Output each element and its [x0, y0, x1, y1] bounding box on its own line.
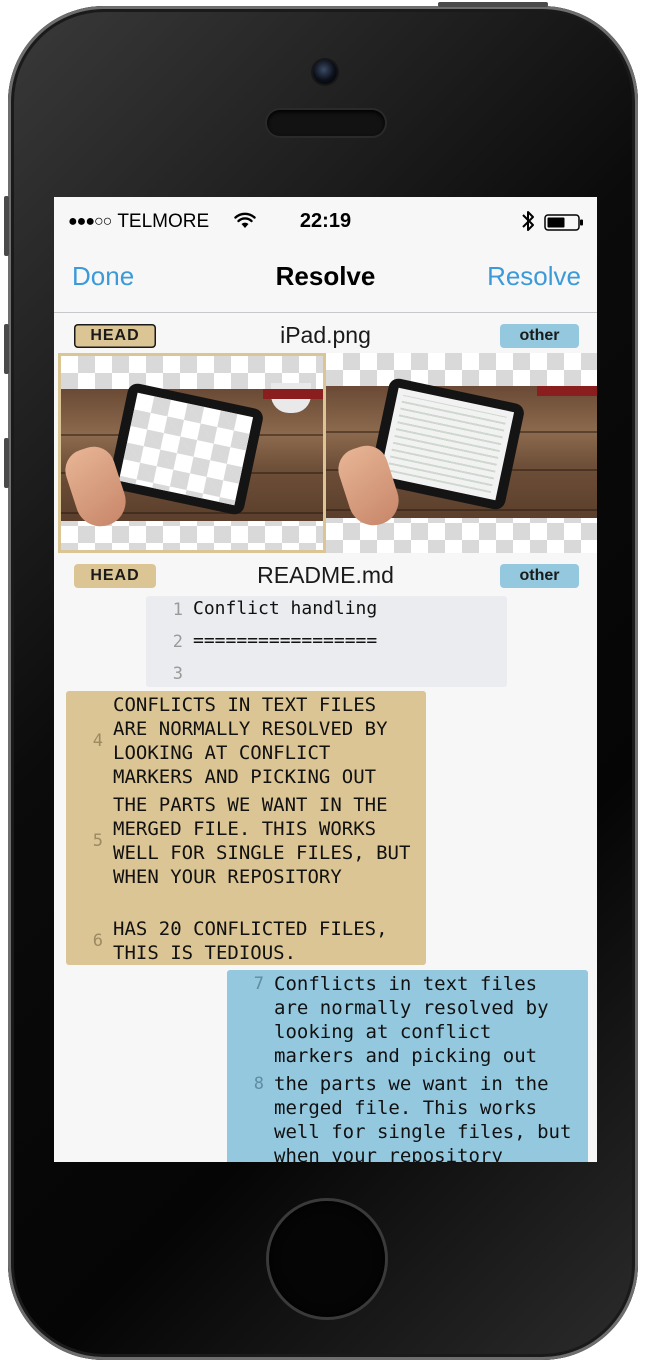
diff-line: 1 Conflict handling	[146, 596, 507, 622]
front-camera	[313, 60, 337, 84]
head-image-preview[interactable]	[58, 353, 326, 553]
line-number: 3	[172, 664, 183, 684]
line-number: 7	[253, 974, 264, 994]
line-text: =================	[193, 630, 378, 651]
volume-down-button	[4, 438, 9, 488]
other-hunk[interactable]: 7 Conflicts in text files are normally r…	[227, 970, 588, 1162]
earpiece-speaker	[267, 110, 385, 136]
head-hunk[interactable]: 4 CONFLICTS IN TEXT FILES ARE NORMALLY R…	[66, 691, 426, 965]
diff-line: 5 THE PARTS WE WANT IN THE MERGED FILE. …	[66, 793, 426, 889]
done-button[interactable]: Done	[72, 261, 134, 292]
screen: ●●●○○ TELMORE 22:19 Done Resolve Resolve…	[54, 197, 597, 1162]
file-header-readme-md: HEAD README.md other	[54, 557, 597, 593]
base-hunk: 1 Conflict handling 2 ================= …	[146, 596, 507, 687]
home-button[interactable]	[269, 1201, 385, 1317]
battery-icon	[544, 214, 583, 231]
head-photo	[61, 381, 323, 533]
line-text: CONFLICTS IN TEXT FILES ARE NORMALLY RES…	[113, 694, 399, 788]
other-badge[interactable]: other	[500, 564, 579, 588]
status-bar: ●●●○○ TELMORE 22:19	[54, 197, 597, 247]
status-time: 22:19	[299, 210, 352, 232]
line-number: 6	[92, 931, 103, 951]
line-text: Conflicts in text files are normally res…	[274, 973, 560, 1067]
diff-line: 6 HAS 20 CONFLICTED FILES, THIS IS TEDIO…	[66, 917, 426, 965]
line-text: HAS 20 CONFLICTED FILES, THIS IS TEDIOUS…	[113, 918, 399, 964]
line-number: 1	[172, 600, 183, 620]
power-button	[438, 2, 548, 7]
line-number: 4	[92, 731, 103, 751]
diff-line: 4 CONFLICTS IN TEXT FILES ARE NORMALLY R…	[66, 693, 426, 789]
text-diff-view[interactable]: 1 Conflict handling 2 ================= …	[54, 592, 597, 1162]
resolve-button[interactable]: Resolve	[487, 261, 581, 292]
mute-switch	[4, 196, 9, 256]
diff-line: 7 Conflicts in text files are normally r…	[227, 972, 588, 1068]
tablet-screen-transparent	[118, 392, 254, 506]
line-text: THE PARTS WE WANT IN THE MERGED FILE. TH…	[113, 794, 422, 888]
file-header-ipad-png: HEAD iPad.png other	[54, 317, 597, 353]
red-stripe	[537, 386, 597, 396]
diff-line: 2 =================	[146, 628, 507, 654]
line-text: Conflict handling	[193, 598, 378, 619]
line-number: 5	[92, 831, 103, 851]
other-photo	[326, 376, 597, 532]
line-text: the parts we want in the merged file. Th…	[274, 1073, 583, 1162]
other-badge[interactable]: other	[500, 324, 579, 348]
line-text	[193, 660, 507, 684]
line-number: 8	[253, 1074, 264, 1094]
diff-line: 3	[146, 660, 507, 684]
bluetooth-icon	[522, 211, 534, 231]
volume-up-button	[4, 324, 9, 374]
navigation-bar: Done Resolve Resolve	[54, 247, 597, 313]
red-stripe	[263, 389, 323, 399]
diff-line: 8 the parts we want in the merged file. …	[227, 1072, 588, 1162]
tablet-screen-app	[379, 387, 515, 501]
line-number: 2	[172, 632, 183, 652]
other-image-preview[interactable]	[326, 353, 597, 553]
tablet-shape	[107, 381, 265, 517]
